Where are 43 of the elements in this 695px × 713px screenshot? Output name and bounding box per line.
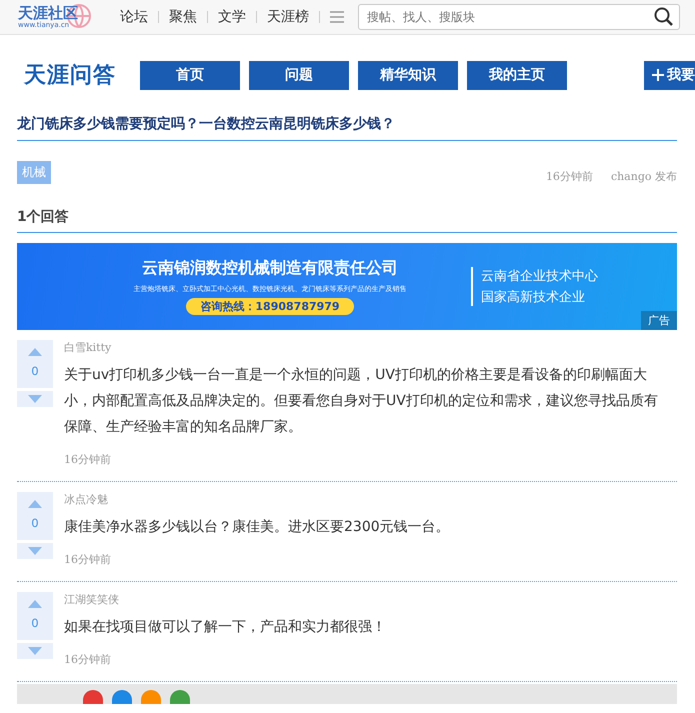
downvote-button[interactable] [17, 643, 53, 659]
up-triangle-icon [28, 348, 42, 356]
answer-text: 如果在找项目做可以了解一下，产品和实力都很强！ [64, 618, 387, 637]
nav-button[interactable]: 精华知识 [358, 60, 458, 90]
downvote-button[interactable] [17, 391, 53, 407]
question-title: 龙门铣床多少钱需要预定吗？一台数控云南昆明铣床多少钱？ [17, 90, 677, 141]
answers-heading: 1个回答 [17, 208, 677, 233]
post-time: 16分钟前 [546, 169, 593, 184]
ask-button[interactable]: 我要 [644, 60, 695, 90]
up-triangle-icon [28, 500, 42, 508]
down-triangle-icon [28, 647, 42, 655]
banner-label: 国家高新技术企业 [481, 289, 586, 306]
down-triangle-icon [28, 395, 42, 403]
nav-button[interactable]: 首页 [140, 60, 240, 90]
share-icon[interactable] [112, 690, 132, 704]
nav-link[interactable]: 论坛 [110, 8, 158, 26]
up-triangle-icon [28, 600, 42, 608]
banner-hotline: 咨询热线：18908787979 [186, 298, 354, 315]
answer-time: 16分钟前 [64, 652, 112, 667]
section-logo[interactable]: 天涯问答 [24, 60, 140, 90]
banner-label: 云南省企业技术中心 [481, 268, 598, 285]
share-icon[interactable] [141, 690, 161, 704]
answer-text: 康佳美净水器多少钱以台？康佳美。进水区要2300元钱一台。 [64, 518, 451, 537]
ad-label: 广告 [641, 311, 677, 330]
answer-time: 16分钟前 [64, 452, 112, 467]
search-icon[interactable] [654, 7, 674, 27]
downvote-button[interactable] [17, 543, 53, 559]
nav-link[interactable]: 聚焦 [159, 8, 207, 26]
nav-link[interactable]: 天涯榜 [257, 8, 319, 26]
down-triangle-icon [28, 547, 42, 555]
search-field[interactable]: 搜帖、找人、搜版块 [358, 4, 680, 30]
site-logo[interactable]: 天涯社区 [18, 5, 78, 21]
menu-icon[interactable] [330, 11, 344, 23]
nav-button[interactable]: 问题 [249, 60, 349, 90]
nav-button[interactable]: 我的主页 [467, 60, 567, 90]
share-icon[interactable] [83, 690, 103, 704]
share-icon[interactable] [170, 690, 190, 704]
answer-text: 关于uv打印机多少钱一台一直是一个永恒的问题，UV打印机的价格主要是看设备的印刷幅面大小，内部配置高低及品牌决定的。但要看您自身对于UV打印机的定位和需求，建议您寻找品质有保障、生产经验丰富的知名品牌厂家。 [64, 366, 659, 437]
answer-time: 16分钟前 [64, 552, 112, 567]
author-label: chango 发布 [610, 169, 677, 184]
nav-link[interactable]: 文学 [208, 8, 256, 26]
banner-company: 云南锦润数控机械制造有限责任公司 [142, 258, 398, 279]
plus-icon [652, 69, 664, 81]
